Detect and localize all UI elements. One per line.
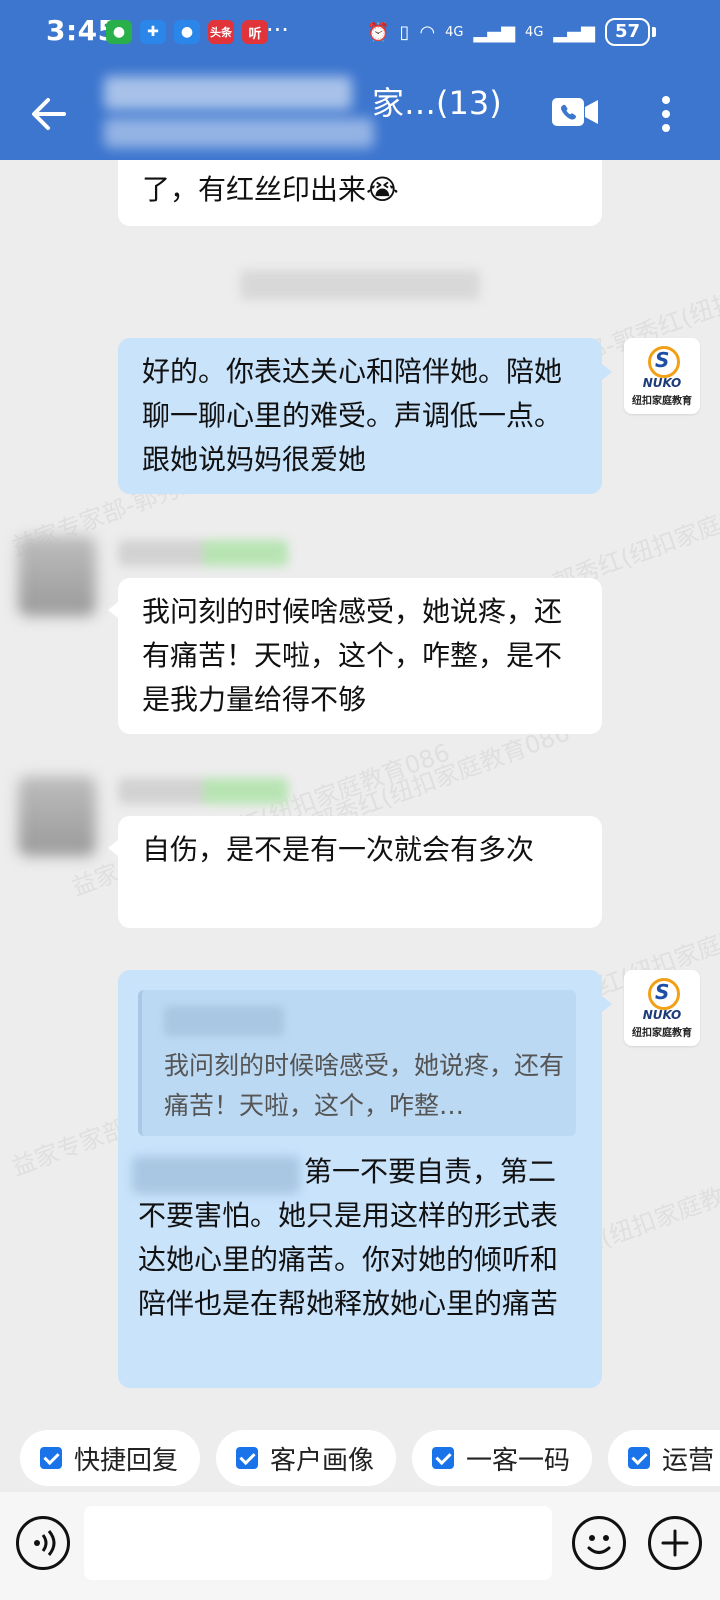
chat-title-redacted xyxy=(104,76,352,110)
timestamp-redacted xyxy=(240,270,480,300)
sender-name-redacted xyxy=(118,540,288,566)
puzzle-icon: ✚ xyxy=(140,20,166,44)
signal-bars-icon: ▂▄▆ xyxy=(473,21,516,43)
signal-bars-icon-2: ▂▄▆ xyxy=(553,21,595,43)
logo-brand: NUKO xyxy=(642,1008,682,1022)
message-bubble-outgoing[interactable]: 好的。你表达关心和陪伴她。陪她聊一聊心里的难受。声调低一点。跟她说妈妈很爱她 xyxy=(118,338,602,494)
checkbox-icon xyxy=(40,1447,62,1469)
system-icons: ⏰ ▯ ◠ 4G ▂▄▆ 4G ▂▄▆ 57 xyxy=(367,18,656,46)
wifi-icon: ◠ xyxy=(419,21,436,43)
checkbox-icon xyxy=(432,1447,454,1469)
more-notifications-icon: ··· xyxy=(266,16,289,44)
vibrate-icon: ▯ xyxy=(399,21,410,43)
sender-avatar-logo[interactable]: S NUKO 纽扣家庭教育 xyxy=(624,970,700,1046)
checkbox-icon xyxy=(236,1447,258,1469)
logo-brand: NUKO xyxy=(642,376,682,390)
message-text: 第一不要自责，第二不要害怕。她只是用这样的形式表达她心里的痛苦。你对她的倾听和陪… xyxy=(138,1155,559,1320)
checkbox-icon xyxy=(628,1447,650,1469)
chip-operations[interactable]: 运营 xyxy=(608,1430,720,1486)
message-bubble-outgoing-reply[interactable]: 我问刻的时候啥感受，她说疼，还有痛苦！天啦，这个，咋整… 第一不要自责，第二不要… xyxy=(118,970,602,1388)
logo-cn: 纽扣家庭教育 xyxy=(632,396,692,407)
chat-area[interactable]: 益家专家部-郭秀红(纽扣家庭教育086 益家专家部-郭秀红(纽扣家庭教育086 … xyxy=(0,160,720,1412)
quoted-message[interactable]: 我问刻的时候啥感受，她说疼，还有痛苦！天啦，这个，咋整… xyxy=(138,990,576,1136)
chat-subtitle-redacted xyxy=(104,118,374,148)
chip-quick-reply[interactable]: 快捷回复 xyxy=(20,1430,200,1486)
emoji-icon[interactable] xyxy=(572,1516,626,1570)
bubble-tail xyxy=(602,364,612,380)
battery-tip xyxy=(652,27,656,37)
chat-title: 家…(13) xyxy=(372,84,502,122)
app-header: 3:45 ● ✚ ● 头条 听 ··· ⏰ ▯ ◠ 4G ▂▄▆ 4G ▂▄▆ … xyxy=(0,0,720,160)
video-call-icon[interactable] xyxy=(552,96,600,128)
bubble-tail xyxy=(108,602,118,618)
toutiao-icon: 头条 xyxy=(208,20,234,44)
listen-icon: 听 xyxy=(242,20,268,44)
chip-customer-profile[interactable]: 客户画像 xyxy=(216,1430,396,1486)
more-vertical-icon[interactable] xyxy=(660,92,672,136)
message-text: 自伤，是不是有一次就会有多次 xyxy=(142,833,535,866)
bubble-tail xyxy=(108,840,118,856)
composer-bar xyxy=(0,1492,720,1600)
message-bubble-incoming[interactable]: 我问刻的时候啥感受，她说疼，还有痛苦！天啦，这个，咋整，是不是我力量给得不够 xyxy=(118,578,602,734)
back-arrow-icon[interactable] xyxy=(28,92,72,136)
chat-icon: ● xyxy=(174,20,200,44)
message-text: 好的。你表达关心和陪伴她。陪她聊一聊心里的难受。声调低一点。跟她说妈妈很爱她 xyxy=(142,355,563,476)
chip-one-customer-one-code[interactable]: 一客一码 xyxy=(412,1430,592,1486)
chip-label: 运营 xyxy=(662,1445,715,1476)
notification-icons: ● ✚ ● 头条 听 xyxy=(106,20,268,44)
signal-label-1: 4G xyxy=(445,24,464,40)
logo-cn: 纽扣家庭教育 xyxy=(632,1028,692,1039)
status-bar: 3:45 ● ✚ ● 头条 听 ··· ⏰ ▯ ◠ 4G ▂▄▆ 4G ▂▄▆ … xyxy=(0,0,720,64)
quoted-text: 我问刻的时候啥感受，她说疼，还有痛苦！天啦，这个，咋整… xyxy=(164,1051,565,1120)
message-input[interactable] xyxy=(84,1506,552,1580)
plus-icon[interactable] xyxy=(648,1516,702,1570)
avatar-redacted[interactable] xyxy=(18,536,96,616)
message-text: 我问刻的时候啥感受，她说疼，还有痛苦！天啦，这个，咋整，是不是我力量给得不够 xyxy=(142,595,563,716)
battery-indicator: 57 xyxy=(604,18,650,46)
wechat-icon: ● xyxy=(106,20,132,44)
sender-avatar-logo[interactable]: S NUKO 纽扣家庭教育 xyxy=(624,338,700,414)
bubble-tail xyxy=(602,996,612,1012)
message-text: 了，有红丝印出来😭 xyxy=(142,173,399,206)
sender-name-redacted xyxy=(118,778,288,804)
chip-label: 快捷回复 xyxy=(74,1445,179,1476)
signal-label-2: 4G xyxy=(525,24,544,40)
alarm-icon: ⏰ xyxy=(367,21,390,43)
message-bubble-incoming[interactable]: 自伤，是不是有一次就会有多次 xyxy=(118,816,602,928)
chip-label: 一客一码 xyxy=(466,1445,571,1476)
avatar-redacted[interactable] xyxy=(18,776,96,856)
chip-label: 客户画像 xyxy=(270,1445,375,1476)
message-bubble-incoming[interactable]: 了，有红丝印出来😭 xyxy=(118,160,602,226)
voice-input-icon[interactable] xyxy=(16,1516,70,1570)
quoted-sender-redacted xyxy=(164,1006,284,1036)
